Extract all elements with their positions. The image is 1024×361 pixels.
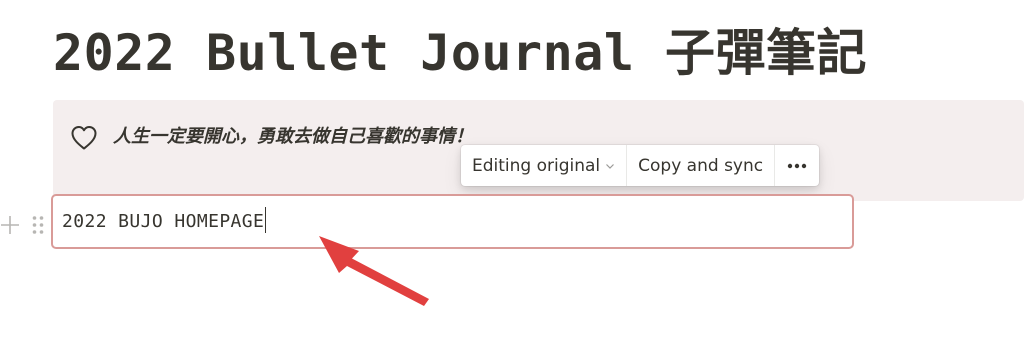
chevron-down-icon xyxy=(606,163,615,169)
block-text-input[interactable]: 2022 BUJO HOMEPAGE xyxy=(62,207,267,233)
more-options-button[interactable] xyxy=(775,145,819,186)
drag-handle-icon[interactable] xyxy=(31,214,45,236)
more-horizontal-icon xyxy=(787,163,807,168)
synced-block-toolbar: Editing original Copy and sync xyxy=(461,145,820,186)
editing-original-label: Editing original xyxy=(472,155,601,176)
block-text: 2022 BUJO HOMEPAGE xyxy=(62,211,265,232)
annotation-arrow-icon xyxy=(319,236,429,306)
editing-original-dropdown[interactable]: Editing original xyxy=(461,145,626,186)
copy-and-sync-button[interactable]: Copy and sync xyxy=(627,145,774,186)
text-caret xyxy=(265,207,267,233)
block-handles xyxy=(0,212,48,238)
callout-text[interactable]: 人生一定要開心，勇敢去做自己喜歡的事情！ xyxy=(113,124,473,150)
add-block-plus-icon[interactable] xyxy=(0,212,20,238)
heart-outline-icon[interactable] xyxy=(70,125,98,151)
copy-and-sync-label: Copy and sync xyxy=(638,155,764,176)
page-title[interactable]: 2022 Bullet Journal 子彈筆記 xyxy=(53,18,867,88)
synced-text-block[interactable]: 2022 BUJO HOMEPAGE xyxy=(51,194,854,249)
